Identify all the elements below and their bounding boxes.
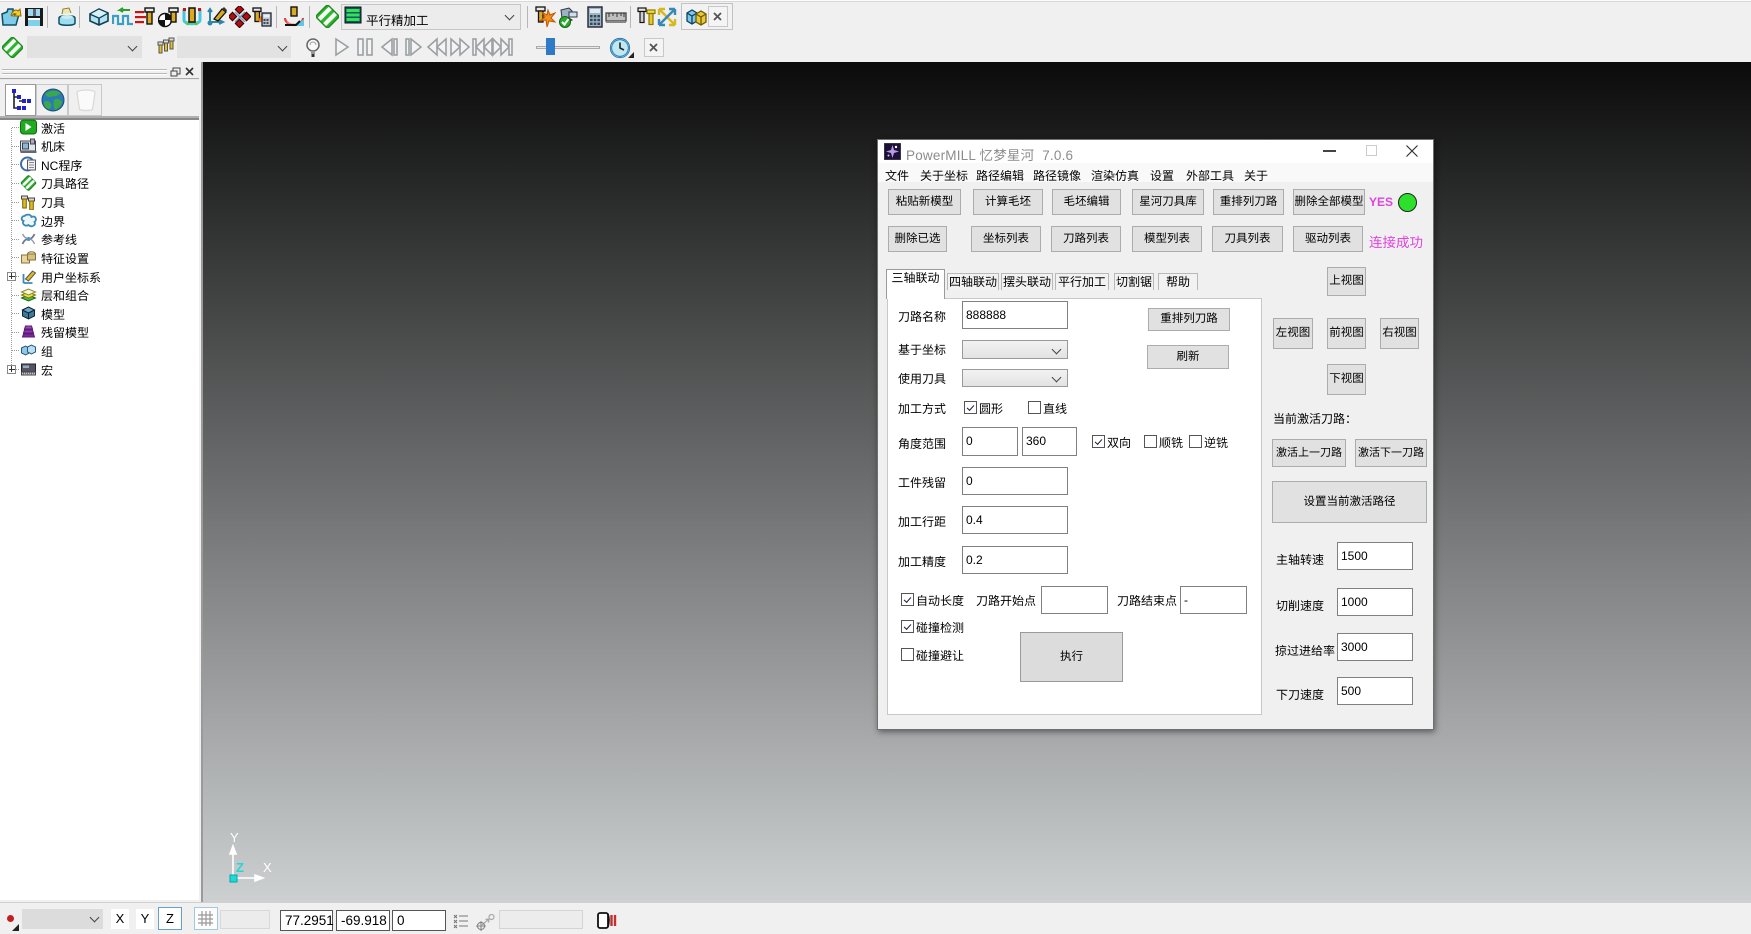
svg-text:Z: Z — [236, 860, 244, 875]
svg-text:Y: Y — [230, 832, 239, 845]
svg-text:X: X — [263, 860, 272, 875]
